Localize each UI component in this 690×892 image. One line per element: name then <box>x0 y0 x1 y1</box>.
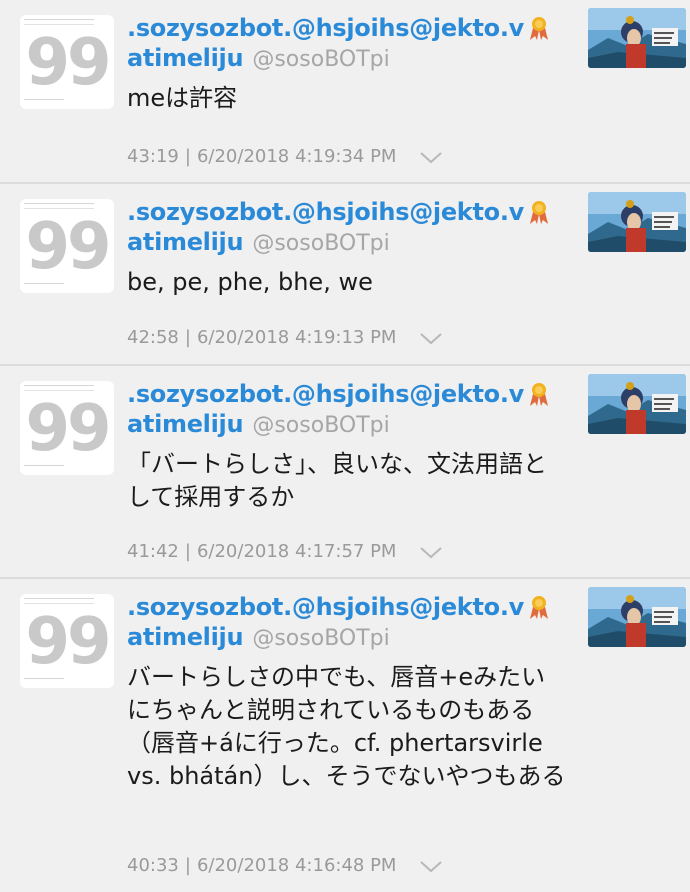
user-name[interactable]: atimeliju <box>127 623 244 651</box>
handle[interactable]: @sosoBOTpi <box>252 47 389 72</box>
chevron-down-icon[interactable] <box>418 149 444 165</box>
display-name[interactable]: .sozysozbot.@hsjoihs@jekto.v <box>127 14 524 42</box>
tweet-meta: 43:19 | 6/20/2018 4:19:34 PM <box>127 146 444 167</box>
avatar[interactable]: 99 <box>20 594 114 688</box>
user-name[interactable]: atimeliju <box>127 44 244 72</box>
tweet-content: .sozysozbot.@hsjoihs@jekto.v atimeliju @… <box>127 380 580 514</box>
tweet-content: .sozysozbot.@hsjoihs@jekto.v atimeliju @… <box>127 14 580 115</box>
tweet-meta: 42:58 | 6/20/2018 4:19:13 PM <box>127 327 444 348</box>
avatar[interactable]: 99 <box>20 199 114 293</box>
tweet-content: .sozysozbot.@hsjoihs@jekto.v atimeliju @… <box>127 198 580 299</box>
award-ribbon-icon <box>529 17 548 40</box>
chevron-down-icon[interactable] <box>418 544 444 560</box>
tweet-text: meは許容 <box>127 84 238 112</box>
handle[interactable]: @sosoBOTpi <box>252 413 389 438</box>
relative-time[interactable]: 42:58 <box>127 327 179 348</box>
relative-time[interactable]: 43:19 <box>127 146 179 167</box>
tweet-text: バートらしさの中でも、唇音+eみたいにちゃんと説明されているものもある（唇音+á… <box>127 663 566 790</box>
relative-time[interactable]: 41:42 <box>127 541 179 562</box>
timestamp[interactable]: 6/20/2018 4:16:48 PM <box>197 855 397 876</box>
timeline: 99 .sozysozbot.@hsjoihs@jekto.v atimelij… <box>0 0 690 892</box>
tweet-item: 99 .sozysozbot.@hsjoihs@jekto.v atimelij… <box>0 184 690 366</box>
award-ribbon-icon <box>529 201 548 224</box>
tweet-text: be, pe, phe, bhe, we <box>127 268 373 296</box>
tweet-item: 99 .sozysozbot.@hsjoihs@jekto.v atimelij… <box>0 366 690 579</box>
display-name[interactable]: .sozysozbot.@hsjoihs@jekto.v <box>127 380 524 408</box>
attached-image[interactable] <box>588 587 686 647</box>
display-name[interactable]: .sozysozbot.@hsjoihs@jekto.v <box>127 593 524 621</box>
attached-image[interactable] <box>588 192 686 252</box>
meta-separator: | <box>184 146 191 167</box>
attached-image[interactable] <box>588 8 686 68</box>
handle[interactable]: @sosoBOTpi <box>252 626 389 651</box>
tweet-meta: 41:42 | 6/20/2018 4:17:57 PM <box>127 541 444 562</box>
meta-separator: | <box>184 327 191 348</box>
timestamp[interactable]: 6/20/2018 4:19:13 PM <box>197 327 397 348</box>
tweet-item: 99 .sozysozbot.@hsjoihs@jekto.v atimelij… <box>0 0 690 184</box>
tweet-item: 99 .sozysozbot.@hsjoihs@jekto.v atimelij… <box>0 579 690 892</box>
meta-separator: | <box>184 541 191 562</box>
display-name[interactable]: .sozysozbot.@hsjoihs@jekto.v <box>127 198 524 226</box>
award-ribbon-icon <box>529 596 548 619</box>
user-name[interactable]: atimeliju <box>127 228 244 256</box>
chevron-down-icon[interactable] <box>418 330 444 346</box>
tweet-meta: 40:33 | 6/20/2018 4:16:48 PM <box>127 855 444 876</box>
avatar-text: 99 <box>25 605 111 679</box>
chevron-down-icon[interactable] <box>418 858 444 874</box>
user-name[interactable]: atimeliju <box>127 410 244 438</box>
tweet-text: 「バートらしさ」、良いな、文法用語として採用するか <box>127 450 547 511</box>
avatar-text: 99 <box>25 210 111 284</box>
avatar[interactable]: 99 <box>20 15 114 109</box>
timestamp[interactable]: 6/20/2018 4:19:34 PM <box>197 146 397 167</box>
tweet-content: .sozysozbot.@hsjoihs@jekto.v atimeliju @… <box>127 593 580 793</box>
avatar[interactable]: 99 <box>20 381 114 475</box>
relative-time[interactable]: 40:33 <box>127 855 179 876</box>
attached-image[interactable] <box>588 374 686 434</box>
award-ribbon-icon <box>529 383 548 406</box>
avatar-text: 99 <box>25 26 111 100</box>
handle[interactable]: @sosoBOTpi <box>252 231 389 256</box>
avatar-text: 99 <box>25 392 111 466</box>
timestamp[interactable]: 6/20/2018 4:17:57 PM <box>197 541 397 562</box>
meta-separator: | <box>184 855 191 876</box>
